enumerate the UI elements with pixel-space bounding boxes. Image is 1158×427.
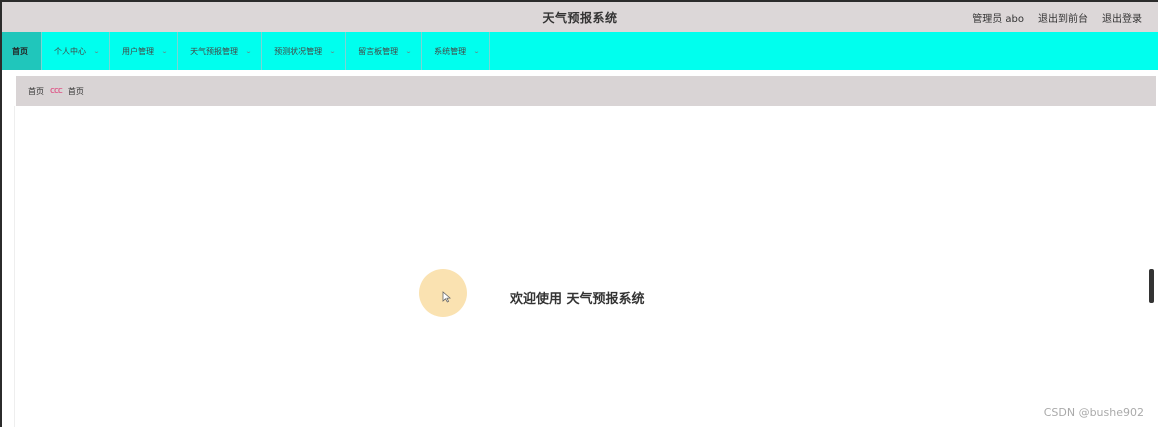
breadcrumb-current: 首页	[67, 86, 84, 96]
nav-item-label: 留言板管理	[358, 46, 399, 56]
scrollbar-handle[interactable]	[1149, 269, 1154, 303]
nav-item-personal-center[interactable]: 个人中心 ⌄	[42, 32, 111, 70]
chevron-down-icon: ⌄	[405, 47, 413, 55]
main-nav: 首页 个人中心 ⌄ 用户管理 ⌄ 天气预报管理 ⌄ 预测状况管理 ⌄ 留言板管理…	[2, 32, 1158, 70]
breadcrumb: 首页 ϲϲϲ 首页	[16, 76, 1156, 106]
breadcrumb-home[interactable]: 首页	[28, 86, 44, 97]
logout-link[interactable]: 退出登录	[1102, 10, 1142, 25]
breadcrumb-separator-icon: ϲϲϲ	[50, 86, 63, 96]
chevron-down-icon: ⌄	[473, 47, 481, 55]
chevron-down-icon: ⌄	[161, 47, 169, 55]
admin-label: 管理员 abo	[972, 14, 1024, 25]
top-header: 天气预报系统 管理员 abo 退出到前台 退出登录	[2, 2, 1158, 32]
nav-item-home[interactable]: 首页	[2, 32, 42, 70]
nav-item-forecast-status-management[interactable]: 预测状况管理 ⌄	[262, 32, 347, 70]
chevron-down-icon: ⌄	[245, 47, 253, 55]
back-to-front-link[interactable]: 退出到前台	[1038, 10, 1088, 25]
nav-item-label: 个人中心	[54, 46, 86, 56]
mouse-cursor-icon	[442, 291, 452, 303]
content-divider	[14, 106, 15, 427]
app-window: 天气预报系统 管理员 abo 退出到前台 退出登录 首页 个人中心 ⌄ 用户管理…	[0, 0, 1158, 427]
welcome-message: 欢迎使用 天气预报系统	[510, 292, 645, 307]
nav-item-message-board-management[interactable]: 留言板管理 ⌄	[346, 32, 423, 70]
nav-item-label: 用户管理	[122, 46, 155, 56]
nav-item-weather-management[interactable]: 天气预报管理 ⌄	[178, 32, 263, 70]
chevron-down-icon: ⌄	[92, 47, 101, 55]
nav-item-system-management[interactable]: 系统管理 ⌄	[422, 32, 491, 70]
nav-item-label: 预测状况管理	[274, 46, 323, 56]
nav-item-user-management[interactable]: 用户管理 ⌄	[110, 32, 179, 70]
nav-item-label: 首页	[12, 46, 28, 56]
header-actions: 管理员 abo 退出到前台 退出登录	[972, 10, 1142, 25]
nav-item-label: 天气预报管理	[190, 46, 239, 56]
chevron-down-icon: ⌄	[329, 47, 337, 55]
watermark: CSDN @bushe902	[1043, 406, 1144, 419]
nav-item-label: 系统管理	[434, 46, 467, 56]
